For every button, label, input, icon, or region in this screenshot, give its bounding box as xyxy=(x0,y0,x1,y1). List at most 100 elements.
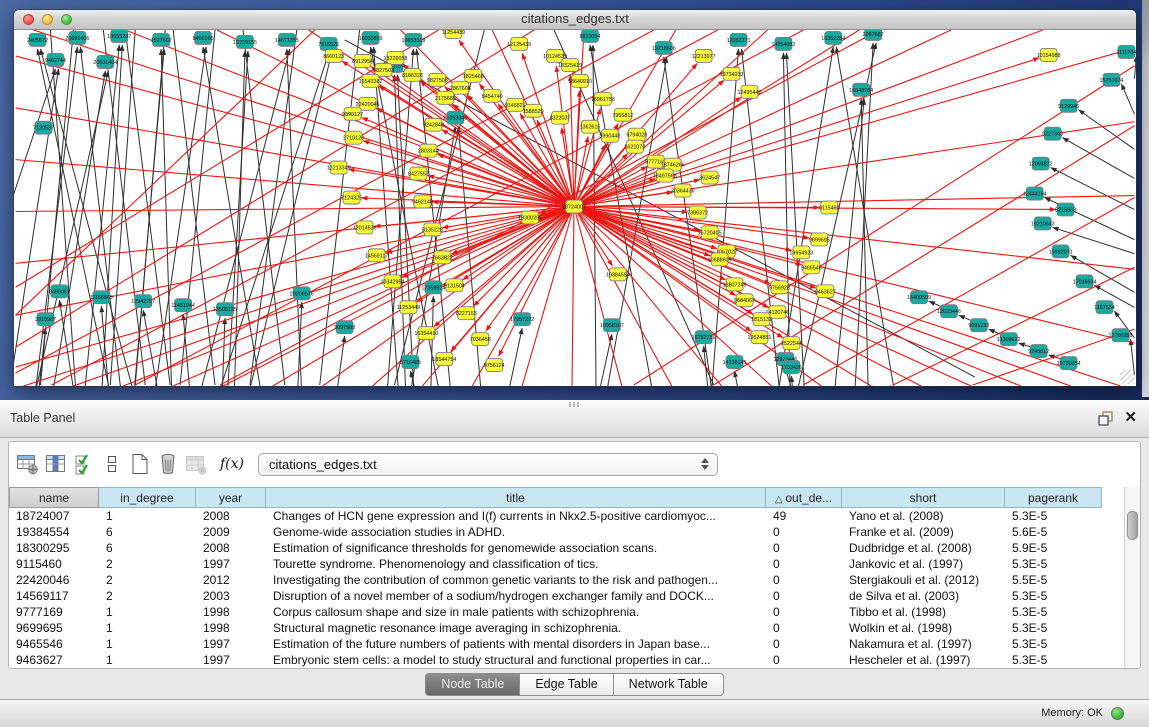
graph-node[interactable]: 10154988 xyxy=(1037,48,1061,61)
graph-node[interactable]: 1733426 xyxy=(781,361,802,374)
tab-network-table[interactable]: Network Table xyxy=(614,673,724,696)
graph-node[interactable]: 18226058 xyxy=(384,51,408,64)
column-header-short[interactable]: short xyxy=(842,487,1005,508)
table-row[interactable]: 2242004622012Investigating the contribut… xyxy=(9,572,1125,588)
graph-node[interactable]: 2718120 xyxy=(343,131,364,144)
function-builder-button[interactable]: f(x) xyxy=(220,456,244,472)
graph-node[interactable]: 16354410 xyxy=(414,327,438,340)
graph-node[interactable]: 8227153 xyxy=(456,307,477,320)
graph-node[interactable]: 8427552 xyxy=(408,167,429,180)
select-rows-button[interactable] xyxy=(72,452,96,476)
graph-node[interactable]: 3915987 xyxy=(35,313,56,326)
graph-node[interactable]: 18325419 xyxy=(558,58,582,71)
window-titlebar[interactable]: citations_edges.txt xyxy=(14,10,1136,30)
graph-node[interactable]: 5716485 xyxy=(400,356,421,369)
window-resize-grip[interactable] xyxy=(1120,370,1134,384)
graph-node[interactable]: 7036458 xyxy=(470,333,491,346)
graph-node[interactable]: 8322037 xyxy=(550,111,571,124)
table-row[interactable]: 911546021997Tourette syndrome. Phenomeno… xyxy=(9,556,1125,572)
graph-node[interactable]: 11254439 xyxy=(442,30,466,38)
table-row[interactable]: 1872400712008Changes of HCN gene express… xyxy=(9,508,1125,524)
graph-node[interactable]: 12023446 xyxy=(937,305,961,318)
graph-node[interactable]: 18640910 xyxy=(568,74,592,87)
close-panel-icon[interactable]: ✕ xyxy=(1124,408,1137,428)
graph-node[interactable]: 7955812 xyxy=(612,108,633,121)
graph-node[interactable]: 11156869 xyxy=(90,291,113,304)
graph-node[interactable]: 12052271 xyxy=(727,33,751,46)
graph-node[interactable]: 14569117 xyxy=(365,249,389,262)
graph-node[interactable]: 8454749 xyxy=(482,89,503,102)
graph-node[interactable]: 20531404 xyxy=(93,55,117,68)
graph-node[interactable]: 1815132 xyxy=(751,313,772,326)
panel-resize-handle[interactable] xyxy=(569,402,581,407)
column-header-title[interactable]: title xyxy=(266,487,766,508)
graph-node[interactable]: 2175685 xyxy=(435,91,456,104)
column-visibility-button[interactable] xyxy=(44,452,68,476)
graph-node[interactable]: 8912954 xyxy=(352,54,373,67)
table-settings-button[interactable] xyxy=(16,452,40,476)
graph-node[interactable]: 11309622 xyxy=(997,333,1021,346)
graph-node[interactable]: 8990448 xyxy=(599,129,620,142)
table-row[interactable]: 946362711997Embryonic stem cells: a mode… xyxy=(9,652,1125,668)
graph-node[interactable]: 12093872 xyxy=(1029,157,1053,170)
graph-node[interactable]: 16961758 xyxy=(591,92,615,105)
table-row[interactable]: 1456911722003Disruption of a novel membe… xyxy=(9,588,1125,604)
graph-node[interactable]: 9462744 xyxy=(45,53,66,66)
graph-node[interactable]: 9463627 xyxy=(815,285,836,298)
graph-node[interactable]: 1167534 xyxy=(1094,301,1115,314)
graph-node[interactable]: 1825466 xyxy=(463,69,484,82)
graph-node[interactable]: 20364436 xyxy=(671,184,695,197)
graph-node[interactable]: 1588520 xyxy=(523,104,544,117)
graph-node[interactable]: 9245012 xyxy=(1028,345,1049,358)
graph-node[interactable]: 10653319 xyxy=(401,33,425,46)
graph-node[interactable]: 9129946 xyxy=(1058,99,1079,112)
float-panel-icon[interactable] xyxy=(1098,411,1113,426)
graph-node[interactable]: 13505135 xyxy=(213,303,237,316)
graph-node[interactable]: 17957272 xyxy=(510,313,534,326)
graph-node[interactable]: 10688609 xyxy=(708,253,732,266)
graph-node[interactable]: 16033809 xyxy=(359,31,383,44)
graph-node[interactable]: 9091233 xyxy=(968,319,989,332)
graph-node[interactable]: 15992071 xyxy=(1049,245,1073,258)
graph-node[interactable]: 8485051 xyxy=(49,285,70,298)
graph-node[interactable]: 9227343 xyxy=(1042,127,1063,140)
graph-node[interactable]: 14954082 xyxy=(771,37,795,50)
graph-node[interactable]: 7663822 xyxy=(432,251,453,264)
graph-node[interactable]: 9462148 xyxy=(412,195,433,208)
graph-node[interactable]: 16782759 xyxy=(692,331,716,344)
graph-node[interactable]: 2522544 xyxy=(781,337,802,350)
graph-node[interactable]: 21053346 xyxy=(443,111,467,124)
graph-node[interactable]: 2803144 xyxy=(418,144,439,157)
graph-node[interactable]: 6794028 xyxy=(626,128,647,141)
row-height-button[interactable] xyxy=(100,452,124,476)
graph-node[interactable]: 9756928 xyxy=(769,281,790,294)
graph-node[interactable]: 9097588 xyxy=(334,321,355,334)
graph-node[interactable]: 12444194 xyxy=(1023,187,1047,200)
graph-node[interactable]: 12125439 xyxy=(507,37,531,50)
graph-node[interactable]: 19384554 xyxy=(606,268,630,281)
graph-node[interactable]: 2087682 xyxy=(863,30,884,40)
memory-status-indicator[interactable] xyxy=(1111,707,1124,720)
graph-node[interactable]: 8466160 xyxy=(193,31,214,44)
graph-node[interactable]: 3624547 xyxy=(699,171,720,184)
graph-node[interactable]: 1111704 xyxy=(1117,45,1136,58)
column-header-year[interactable]: year xyxy=(196,487,266,508)
graph-node[interactable]: 19524851 xyxy=(748,331,772,344)
graph-node[interactable]: 10719155 xyxy=(233,35,257,48)
window-minimize-button[interactable] xyxy=(42,14,53,25)
tab-node-table[interactable]: Node Table xyxy=(425,673,520,696)
column-header-pagerank[interactable]: pagerank xyxy=(1005,487,1102,508)
graph-node[interactable]: 14136141 xyxy=(723,356,747,369)
column-header-in_degree[interactable]: in_degree xyxy=(99,487,196,508)
graph-node[interactable]: 19218506 xyxy=(652,41,676,54)
graph-node[interactable]: 7120537 xyxy=(33,121,54,134)
scrollbar-thumb[interactable] xyxy=(1127,511,1138,540)
graph-node[interactable]: 11451944 xyxy=(171,299,195,312)
graph-node[interactable]: 18807249 xyxy=(723,278,747,291)
graph-node[interactable]: 20691406 xyxy=(65,31,89,44)
graph-node[interactable]: 10958167 xyxy=(600,319,624,332)
graph-node[interactable]: 19734933 xyxy=(720,67,744,80)
graph-node[interactable]: 16210643 xyxy=(1031,217,1055,230)
graph-node[interactable]: 19654923 xyxy=(789,246,813,259)
graph-node[interactable]: 8186328 xyxy=(402,68,423,81)
